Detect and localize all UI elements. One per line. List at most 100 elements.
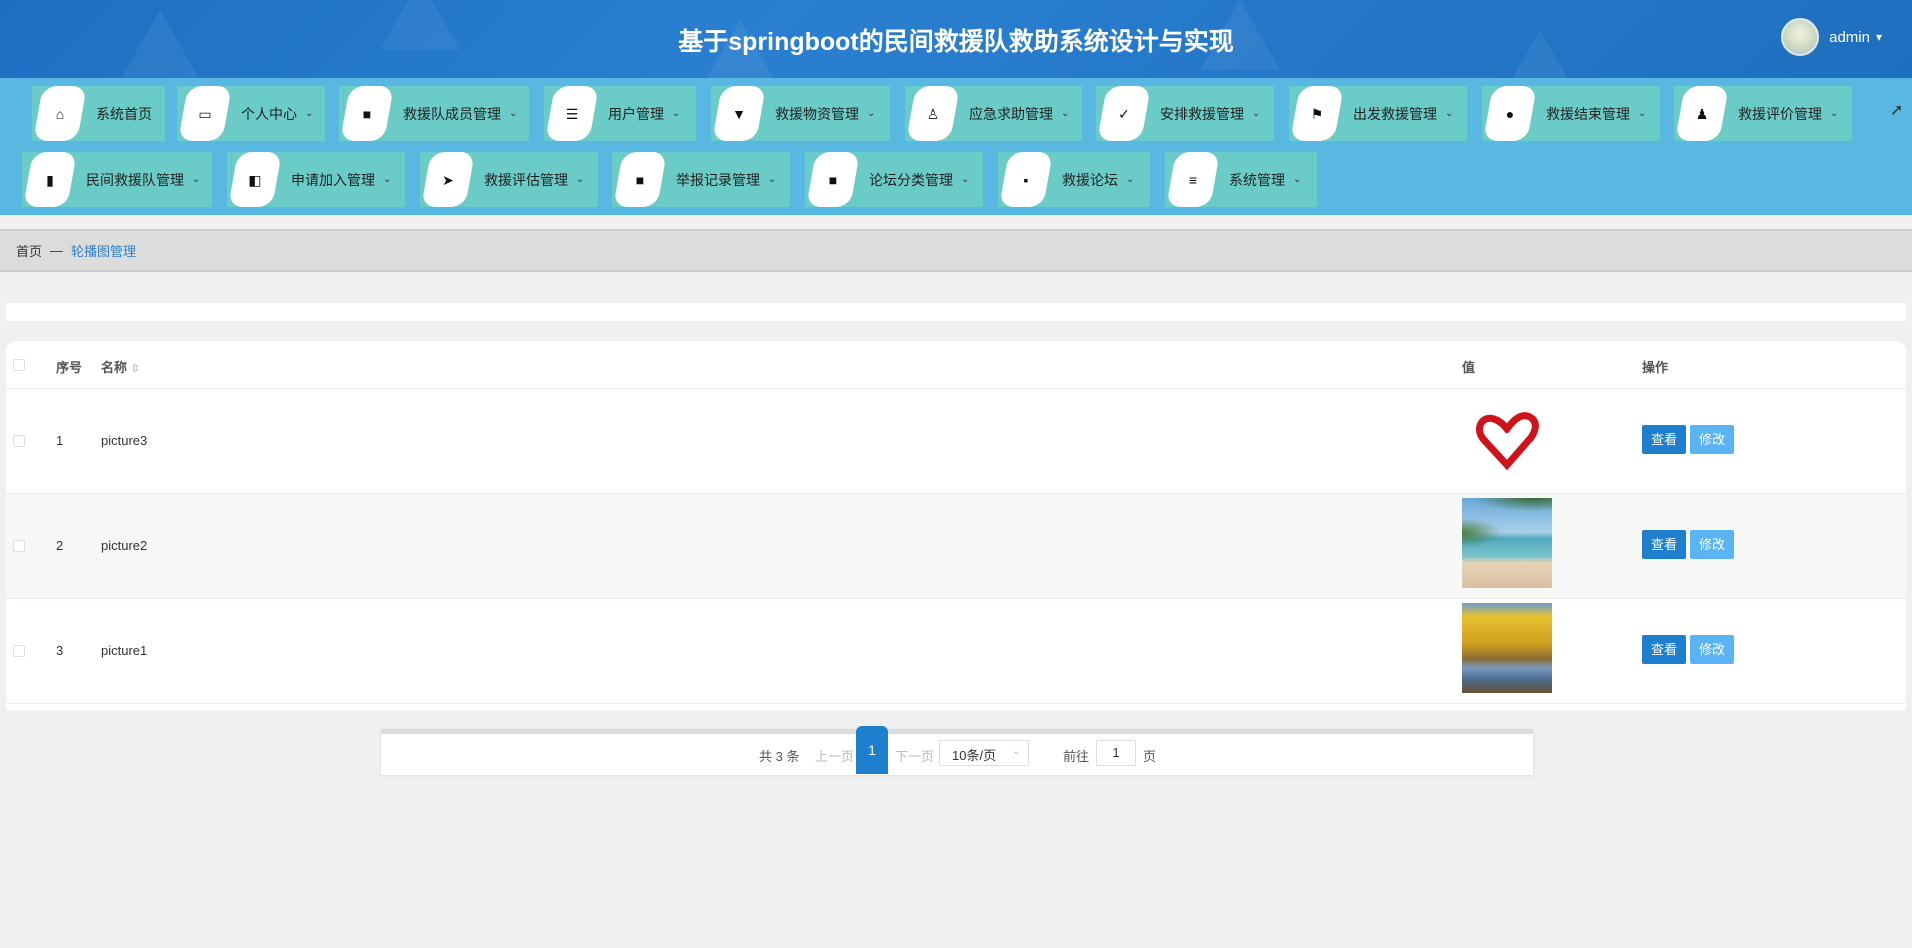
nav-item[interactable]: ✓ 安排救援管理 ⌄ xyxy=(1096,86,1274,141)
nav-item[interactable]: ▮ 民间救援队管理 ⌄ xyxy=(22,152,212,207)
chevron-down-icon: ⌄ xyxy=(1293,174,1302,185)
nav-item[interactable]: ▭ 个人中心 ⌄ xyxy=(177,86,325,141)
next-page-button[interactable]: 下一页 xyxy=(895,746,934,765)
chevron-down-icon: ⌄ xyxy=(576,174,585,185)
nav-item[interactable]: ● 救援结束管理 ⌄ xyxy=(1482,86,1660,141)
table-row: 2 picture2 查看 修改 xyxy=(6,494,1906,599)
nav-item-label: 救援物资管理 xyxy=(775,105,859,122)
app-title: 基于springboot的民间救援队救助系统设计与实现 xyxy=(678,28,1234,56)
home-icon: ⌂ xyxy=(55,106,65,122)
goto-label: 前往 xyxy=(1063,749,1090,764)
menu-icon: ≡ xyxy=(1188,172,1198,188)
book-icon: ▮ xyxy=(46,172,54,188)
view-button[interactable]: 查看 xyxy=(1642,635,1686,664)
select-all-checkbox[interactable] xyxy=(13,359,25,371)
nav-item-label: 安排救援管理 xyxy=(1160,105,1244,122)
nav-item-label: 出发救援管理 xyxy=(1353,105,1437,122)
page-size-value: 10条/页 xyxy=(952,748,997,763)
chevron-down-icon: ⌄ xyxy=(1061,108,1070,119)
edit-button[interactable]: 修改 xyxy=(1690,530,1734,559)
edit-button[interactable]: 修改 xyxy=(1690,635,1734,664)
view-button[interactable]: 查看 xyxy=(1642,425,1686,454)
chevron-down-icon: ⌄ xyxy=(1252,108,1261,119)
pagination: 共 3 条 上一页 1 下一页 10条/页 ⌄ 前往 1 页 xyxy=(381,726,1533,775)
row-index: 3 xyxy=(56,643,64,658)
breadcrumb-home[interactable]: 首页 xyxy=(16,241,42,260)
header-actions: 操作 xyxy=(1642,360,1669,375)
nav-item[interactable]: ♟ 救援评价管理 ⌄ xyxy=(1674,86,1852,141)
breadcrumb-separator: — xyxy=(50,243,64,258)
chevron-down-icon: ⌄ xyxy=(305,108,314,119)
grid-icon: ■ xyxy=(362,106,372,122)
row-checkbox[interactable] xyxy=(13,435,25,447)
row-image[interactable] xyxy=(1462,395,1552,485)
prev-page-button[interactable]: 上一页 xyxy=(815,746,854,765)
wallet-icon: ◧ xyxy=(248,172,262,188)
nav-item[interactable]: ▪ 救援论坛 ⌄ xyxy=(998,152,1150,207)
row-image[interactable] xyxy=(1462,603,1552,693)
nav-item-label: 救援论坛 xyxy=(1062,171,1118,188)
header-name[interactable]: 名称 ⇳ xyxy=(101,357,140,376)
nav-item[interactable]: ➤ 救援评估管理 ⌄ xyxy=(420,152,598,207)
chevron-down-icon: ⌄ xyxy=(1126,174,1135,185)
nav-item[interactable]: ■ 论坛分类管理 ⌄ xyxy=(805,152,983,207)
row-image[interactable] xyxy=(1462,498,1552,588)
nav-item[interactable]: ♙ 应急求助管理 ⌄ xyxy=(905,86,1082,141)
page-size-select[interactable]: 10条/页 ⌄ xyxy=(939,740,1029,766)
top-nav: ⌂ 系统首页 ▭ 个人中心 ⌄ ■ 救援队成员管理 ⌄ ☰ 用户管理 ⌄ ▼ 救援物资管理 ⌄ ♙ 应急求助管… xyxy=(0,78,1912,215)
mouse-cursor-icon: ➚ xyxy=(1890,102,1904,119)
sort-icon[interactable]: ⇳ xyxy=(131,363,140,375)
page-1-button[interactable]: 1 xyxy=(856,726,888,774)
grid-icon: ■ xyxy=(635,172,645,188)
header-name-label: 名称 xyxy=(101,360,128,375)
header: 基于springboot的民间救援队救助系统设计与实现 admin ▾ xyxy=(0,0,1912,78)
nav-item[interactable]: ◧ 申请加入管理 ⌄ xyxy=(227,152,405,207)
table-row: 3 picture1 查看 修改 xyxy=(6,599,1906,704)
nav-item[interactable]: ⌂ 系统首页 xyxy=(32,86,165,141)
nav-item-label: 系统管理 xyxy=(1229,171,1285,188)
nav-item-label: 举报记录管理 xyxy=(676,171,760,188)
chevron-down-icon: ⌄ xyxy=(1830,108,1839,119)
chevron-down-icon: ⌄ xyxy=(509,108,518,119)
total-count: 共 3 条 xyxy=(759,749,800,764)
row-checkbox[interactable] xyxy=(13,645,25,657)
send-icon: ➤ xyxy=(442,172,454,188)
nav-item-label: 救援评估管理 xyxy=(484,171,568,188)
user-menu[interactable]: admin ▾ xyxy=(1781,18,1882,56)
goto-page-input[interactable]: 1 xyxy=(1096,740,1136,766)
avatar xyxy=(1781,18,1820,56)
row-index: 1 xyxy=(56,433,64,448)
page-unit-label: 页 xyxy=(1143,749,1157,764)
table-row: 1 picture3 查看 修改 xyxy=(6,389,1906,494)
nav-item-label: 救援队成员管理 xyxy=(403,105,501,122)
chevron-down-icon: ⌄ xyxy=(1445,108,1454,119)
card-icon: ▭ xyxy=(198,106,212,122)
chevron-down-icon: ⌄ xyxy=(867,108,876,119)
edit-button[interactable]: 修改 xyxy=(1690,425,1734,454)
comment-icon: ▪ xyxy=(1023,172,1029,188)
row-name: picture1 xyxy=(101,643,148,658)
grid-icon: ■ xyxy=(828,172,838,188)
nav-item[interactable]: ■ 救援队成员管理 ⌄ xyxy=(339,86,529,141)
nav-item-label: 申请加入管理 xyxy=(291,171,375,188)
nav-item[interactable]: ☰ 用户管理 ⌄ xyxy=(544,86,696,141)
nav-item[interactable]: ≡ 系统管理 ⌄ xyxy=(1165,152,1317,207)
row-checkbox[interactable] xyxy=(13,540,25,552)
nav-item[interactable]: ⚑ 出发救援管理 ⌄ xyxy=(1289,86,1467,141)
nav-item[interactable]: ▼ 救援物资管理 ⌄ xyxy=(711,86,890,141)
stamp-icon: ♙ xyxy=(926,106,940,122)
row-name: picture3 xyxy=(101,433,148,448)
flag-icon: ⚑ xyxy=(1310,106,1324,122)
nav-item-label: 个人中心 xyxy=(241,105,297,122)
view-button[interactable]: 查看 xyxy=(1642,530,1686,559)
nav-item-label: 救援结束管理 xyxy=(1546,105,1630,122)
nav-item[interactable]: ■ 举报记录管理 ⌄ xyxy=(612,152,790,207)
nav-item-label: 民间救援队管理 xyxy=(86,171,184,188)
chevron-down-icon: ⌄ xyxy=(383,174,392,185)
data-table: 序号 名称 ⇳ 值 操作 1 picture3 查看 修改 2 picture2… xyxy=(6,341,1906,710)
sliders-icon: ☰ xyxy=(565,106,579,122)
nav-item-label: 应急求助管理 xyxy=(969,105,1053,122)
nav-item-label: 系统首页 xyxy=(96,105,152,122)
chevron-down-icon: ⌄ xyxy=(961,174,970,185)
row-name: picture2 xyxy=(101,538,148,553)
